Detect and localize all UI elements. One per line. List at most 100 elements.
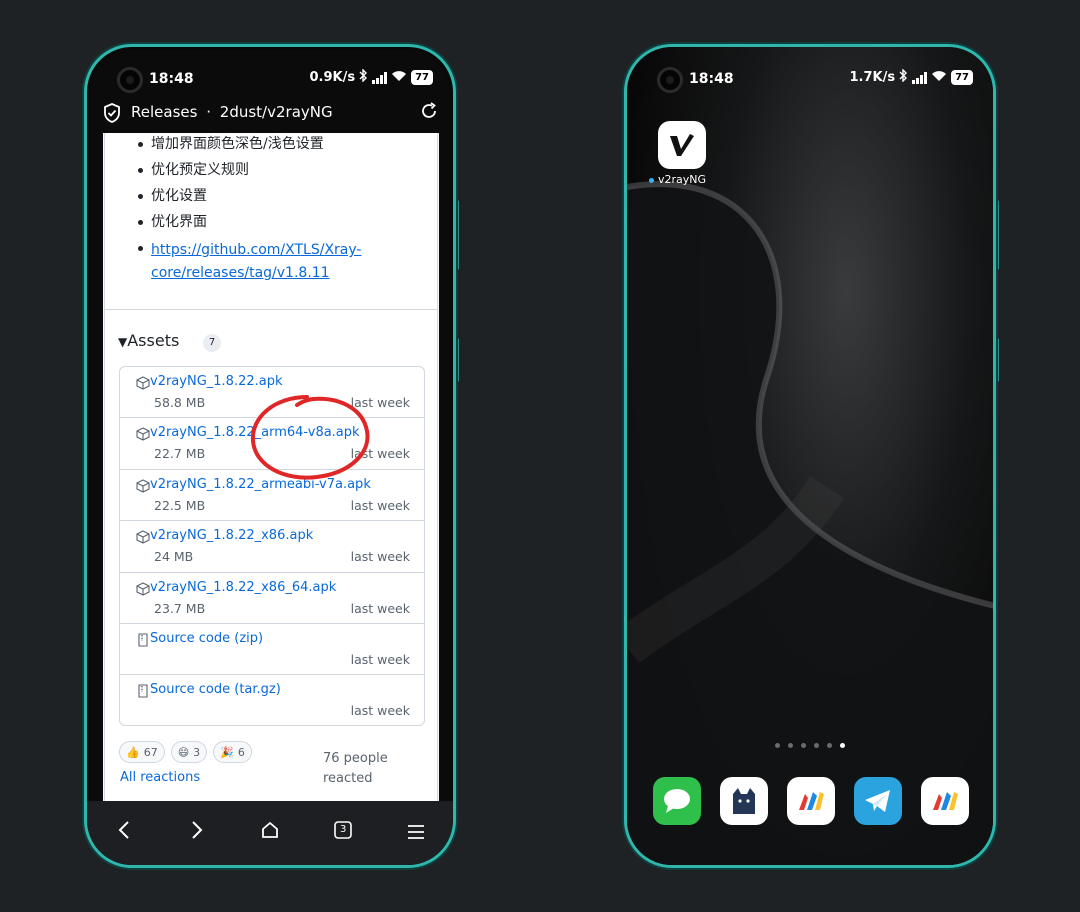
reaction-count: 3 <box>193 745 201 759</box>
asset-date: last week <box>350 497 410 513</box>
list-item: 增加界面颜色深色/浅色设置 <box>137 135 361 153</box>
v2rayng-home-app[interactable]: v2rayNG <box>649 121 707 186</box>
battery-icon: 77 <box>951 70 973 85</box>
assets-count-badge: 7 <box>203 334 221 352</box>
menu-icon[interactable] <box>401 821 431 846</box>
battery-icon: 77 <box>411 70 433 85</box>
status-bar: 18:48 1.7K/s 77 <box>627 47 993 105</box>
page-dot[interactable] <box>814 743 819 748</box>
asset-link[interactable]: v2rayNG_1.8.22_x86.apk <box>150 528 313 543</box>
release-notes: 增加界面颜色深色/浅色设置 优化预定义规则 优化设置 优化界面 https://… <box>135 135 361 293</box>
phone-right: 18:48 1.7K/s 77 v2rayNG <box>624 44 996 868</box>
app-dock <box>643 777 979 825</box>
asset-link[interactable]: v2rayNG_1.8.22_x86_64.apk <box>150 580 336 595</box>
page-dot[interactable] <box>775 743 780 748</box>
cat-app-icon[interactable] <box>719 777 768 825</box>
list-item: v2rayNG_1.8.22_x86_64.apk 23.7 MB last w… <box>120 573 424 624</box>
page-title: Releases <box>131 103 198 121</box>
front-camera <box>117 67 143 93</box>
package-icon <box>136 529 150 544</box>
asset-size: 58.8 MB <box>154 395 206 410</box>
telegram-app-icon[interactable] <box>854 777 903 825</box>
file-zip-icon <box>136 632 150 647</box>
browser-url-bar[interactable]: Releases · 2dust/v2rayNG <box>87 97 453 133</box>
list-item: https://github.com/XTLS/Xray- core/relea… <box>137 239 361 285</box>
list-item: 优化界面 <box>137 213 361 231</box>
reaction-thumbs-up[interactable]: 👍 67 <box>119 741 165 763</box>
new-install-dot <box>649 178 654 183</box>
network-speed: 0.9K/s <box>309 70 356 85</box>
asset-size: 24 MB <box>154 549 194 565</box>
status-time: 18:48 <box>149 71 194 87</box>
wifi-icon <box>391 70 407 86</box>
v2ray-red-app-icon[interactable] <box>921 777 970 825</box>
asset-date: last week <box>350 549 410 565</box>
people-reacted: 76 people reacted <box>323 751 388 786</box>
page-dot-active[interactable] <box>840 743 845 748</box>
signal-icon <box>372 71 388 84</box>
page-dot[interactable] <box>788 743 793 748</box>
list-item: 优化设置 <box>137 187 361 205</box>
red-circle-annotation <box>250 395 370 480</box>
page-indicator <box>775 743 845 748</box>
package-icon <box>136 426 150 442</box>
list-item: Source code (tar.gz) last week <box>120 675 424 726</box>
asset-size: 23.7 MB <box>154 600 206 616</box>
thumbs-up-icon: 👍 <box>126 745 140 759</box>
divider <box>105 309 437 310</box>
status-time: 18:48 <box>689 71 734 87</box>
reactions-bar: 👍 67 😄 3 🎉 6 <box>119 741 252 763</box>
release-panel: 增加界面颜色深色/浅色设置 优化预定义规则 优化设置 优化界面 https://… <box>104 133 438 807</box>
assets-heading: Assets <box>127 331 180 350</box>
reaction-smile[interactable]: 😄 3 <box>170 741 208 763</box>
back-icon[interactable] <box>109 820 139 846</box>
phone-left: 18:48 0.9K/s 77 Releases · 2dust/v2rayNG <box>84 44 456 868</box>
package-icon <box>136 375 150 390</box>
tada-icon: 🎉 <box>220 745 234 759</box>
xray-release-link[interactable]: https://github.com/XTLS/Xray- core/relea… <box>151 242 361 281</box>
home-icon[interactable] <box>255 820 285 846</box>
list-item: 优化预定义规则 <box>137 161 361 179</box>
signal-icon <box>912 71 928 84</box>
v2ray-red-app-icon[interactable] <box>786 777 835 825</box>
url-separator: · <box>206 103 211 121</box>
bluetooth-icon <box>899 68 908 86</box>
package-icon <box>136 581 150 596</box>
page-dot[interactable] <box>827 743 832 748</box>
network-speed: 1.7K/s <box>849 70 896 85</box>
asset-date: last week <box>350 703 410 719</box>
file-zip-icon <box>136 683 150 698</box>
smile-icon: 😄 <box>177 745 190 759</box>
repo-path: 2dust/v2rayNG <box>219 103 333 121</box>
v2rayng-app-icon <box>658 121 706 169</box>
reaction-tada[interactable]: 🎉 6 <box>213 741 252 763</box>
reaction-count: 67 <box>143 745 158 759</box>
page-dot[interactable] <box>801 743 806 748</box>
url-text[interactable]: Releases · 2dust/v2rayNG <box>131 103 333 121</box>
reload-icon[interactable] <box>419 101 439 125</box>
messages-app-icon[interactable] <box>652 777 701 825</box>
asset-link[interactable]: Source code (tar.gz) <box>150 682 281 697</box>
asset-size: 22.7 MB <box>154 446 206 462</box>
tabs-button[interactable]: 3 <box>328 820 358 846</box>
asset-date: last week <box>350 600 410 616</box>
forward-icon[interactable] <box>182 820 212 846</box>
link-line: core/releases/tag/v1.8.11 <box>151 265 330 281</box>
wifi-icon <box>931 70 947 86</box>
page-content: 增加界面颜色深色/浅色设置 优化预定义规则 优化设置 优化界面 https://… <box>103 133 439 807</box>
asset-link[interactable]: Source code (zip) <box>150 631 263 646</box>
assets-toggle[interactable]: ▼Assets <box>118 331 179 350</box>
package-icon <box>136 478 150 493</box>
bluetooth-icon <box>359 68 368 86</box>
link-line: https://github.com/XTLS/Xray- <box>151 242 362 258</box>
shield-icon[interactable] <box>103 103 121 127</box>
asset-link[interactable]: v2rayNG_1.8.22.apk <box>150 374 283 389</box>
all-reactions-link[interactable]: All reactions <box>120 770 200 785</box>
reaction-count: 6 <box>237 745 245 759</box>
browser-nav-bar: 3 <box>87 801 453 865</box>
app-label: v2rayNG <box>657 173 707 186</box>
asset-size: 22.5 MB <box>154 497 206 513</box>
list-item: v2rayNG_1.8.22_x86.apk 24 MB last week <box>120 521 424 573</box>
caret-down-icon: ▼ <box>118 335 128 349</box>
front-camera <box>657 67 683 93</box>
